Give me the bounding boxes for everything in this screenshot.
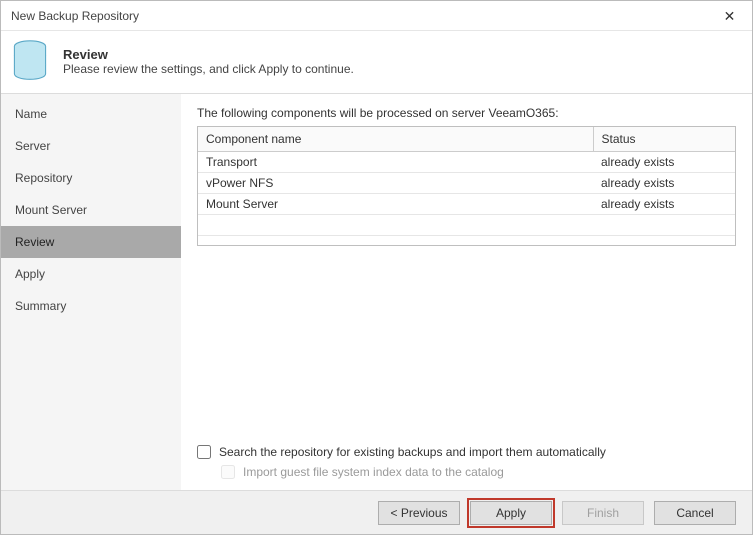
sidebar-item-name[interactable]: Name	[1, 98, 181, 130]
cell-name: Mount Server	[198, 194, 593, 215]
checkbox-search-repository[interactable]	[197, 445, 211, 459]
components-table: Component name Status Transport already …	[198, 127, 735, 236]
repository-icon	[11, 39, 49, 83]
close-icon[interactable]: ✕	[707, 1, 752, 31]
cell-name: Transport	[198, 152, 593, 173]
sidebar-item-repository[interactable]: Repository	[1, 162, 181, 194]
cell-name: vPower NFS	[198, 173, 593, 194]
wizard-body: Name Server Repository Mount Server Revi…	[1, 93, 752, 490]
checkbox-search-repository-label: Search the repository for existing backu…	[219, 445, 606, 459]
intro-text: The following components will be process…	[197, 106, 736, 120]
wizard-footer: < Previous Apply Finish Cancel	[1, 490, 752, 534]
checkbox-import-index-row: Import guest file system index data to t…	[221, 465, 736, 479]
sidebar-item-summary[interactable]: Summary	[1, 290, 181, 322]
sidebar-item-server[interactable]: Server	[1, 130, 181, 162]
page-subheading: Please review the settings, and click Ap…	[63, 62, 354, 76]
table-row-empty: .	[198, 215, 735, 236]
cancel-button[interactable]: Cancel	[654, 501, 736, 525]
wizard-main: The following components will be process…	[181, 94, 752, 490]
col-header-name: Component name	[198, 127, 593, 152]
cell-status: already exists	[593, 194, 735, 215]
components-table-wrap: Component name Status Transport already …	[197, 126, 736, 246]
checkbox-import-index	[221, 465, 235, 479]
window-title: New Backup Repository	[1, 9, 139, 23]
wizard-steps-sidebar: Name Server Repository Mount Server Revi…	[1, 94, 181, 490]
sidebar-item-apply[interactable]: Apply	[1, 258, 181, 290]
sidebar-item-review[interactable]: Review	[1, 226, 181, 258]
titlebar: New Backup Repository ✕	[1, 1, 752, 31]
checkbox-import-index-label: Import guest file system index data to t…	[243, 465, 504, 479]
sidebar-item-mount-server[interactable]: Mount Server	[1, 194, 181, 226]
previous-button[interactable]: < Previous	[378, 501, 460, 525]
table-row: Transport already exists	[198, 152, 735, 173]
page-heading: Review	[63, 47, 354, 62]
wizard-window: New Backup Repository ✕ Review Please re…	[0, 0, 753, 535]
cell-status: already exists	[593, 152, 735, 173]
header-text: Review Please review the settings, and c…	[63, 47, 354, 76]
checkbox-search-repository-row[interactable]: Search the repository for existing backu…	[197, 445, 736, 459]
wizard-header: Review Please review the settings, and c…	[1, 31, 752, 93]
finish-button: Finish	[562, 501, 644, 525]
cell-status: already exists	[593, 173, 735, 194]
apply-button[interactable]: Apply	[470, 501, 552, 525]
table-row: vPower NFS already exists	[198, 173, 735, 194]
table-row: Mount Server already exists	[198, 194, 735, 215]
col-header-status: Status	[593, 127, 735, 152]
